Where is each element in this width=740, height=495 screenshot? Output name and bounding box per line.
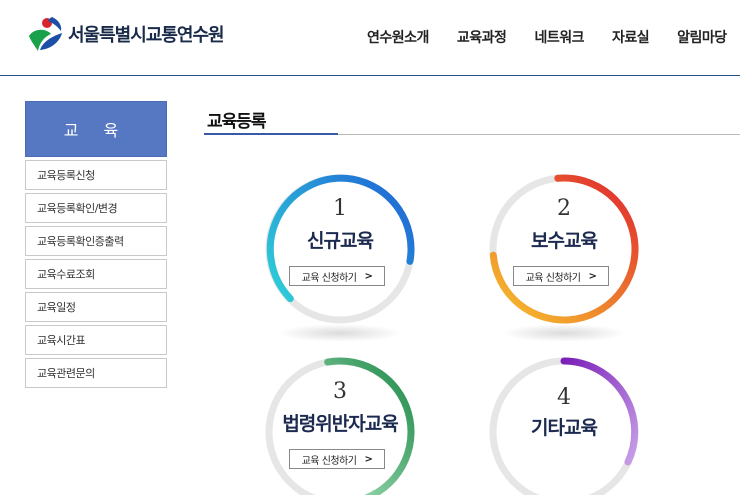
card-title: 신규교육	[307, 230, 374, 252]
logo-text: 서울특별시교통연수원	[68, 25, 225, 46]
chevron-right-icon: >	[364, 453, 373, 465]
course-card-violator[interactable]: 3 법령위반자교육 교육 신청하기 >	[263, 355, 417, 495]
apply-button-label: 교육 신청하기	[301, 272, 357, 284]
sidebar-item-schedule[interactable]: 교육일정	[25, 292, 167, 322]
title-divider-accent	[204, 133, 338, 135]
apply-button[interactable]: 교육 신청하기 >	[289, 449, 385, 469]
page-title: 교육등록	[207, 112, 267, 132]
nav-item-courses[interactable]: 교육과정	[457, 27, 507, 47]
card-number: 2	[557, 196, 571, 221]
sidebar-item-inquiry[interactable]: 교육관련문의	[25, 358, 167, 388]
course-card-other[interactable]: 4 기타교육	[487, 355, 641, 495]
sidebar-item-registration-check[interactable]: 교육등록확인/변경	[25, 193, 167, 223]
card-shadow	[501, 324, 627, 342]
card-title: 기타교육	[531, 417, 598, 439]
sidebar: 교 육 교육등록신청 교육등록확인/변경 교육등록확인증출력 교육수료조회 교육…	[25, 101, 167, 388]
seoul-logo-icon	[29, 17, 62, 51]
sidebar-item-timetable[interactable]: 교육시간표	[25, 325, 167, 355]
nav-item-archive[interactable]: 자료실	[612, 27, 650, 47]
sidebar-item-registration[interactable]: 교육등록신청	[25, 160, 167, 190]
course-card-refresher[interactable]: 2 보수교육 교육 신청하기 >	[487, 172, 641, 342]
course-card-new[interactable]: 1 신규교육 교육 신청하기 >	[263, 172, 417, 342]
chevron-right-icon: >	[364, 270, 373, 282]
nav-item-network[interactable]: 네트워크	[534, 27, 584, 47]
card-title: 법령위반자교육	[282, 413, 398, 435]
sidebar-item-certificate-print[interactable]: 교육등록확인증출력	[25, 226, 167, 256]
site-header: 서울특별시교통연수원 연수원소개 교육과정 네트워크 자료실 알림마당	[0, 0, 740, 76]
card-shadow	[277, 324, 403, 342]
apply-button-label: 교육 신청하기	[301, 455, 357, 467]
card-number: 3	[333, 379, 347, 404]
nav-item-about[interactable]: 연수원소개	[367, 27, 429, 47]
apply-button-label: 교육 신청하기	[525, 272, 581, 284]
site-logo[interactable]: 서울특별시교통연수원	[26, 14, 225, 54]
nav-item-notice[interactable]: 알림마당	[677, 27, 727, 47]
card-number: 4	[557, 385, 571, 410]
apply-button[interactable]: 교육 신청하기 >	[513, 266, 609, 286]
chevron-right-icon: >	[588, 270, 597, 282]
apply-button[interactable]: 교육 신청하기 >	[289, 266, 385, 286]
sidebar-item-completion-lookup[interactable]: 교육수료조회	[25, 259, 167, 289]
sidebar-title: 교 육	[25, 101, 167, 157]
card-title: 보수교육	[531, 230, 598, 252]
main-nav: 연수원소개 교육과정 네트워크 자료실 알림마당	[367, 27, 740, 47]
card-number: 1	[333, 196, 347, 221]
